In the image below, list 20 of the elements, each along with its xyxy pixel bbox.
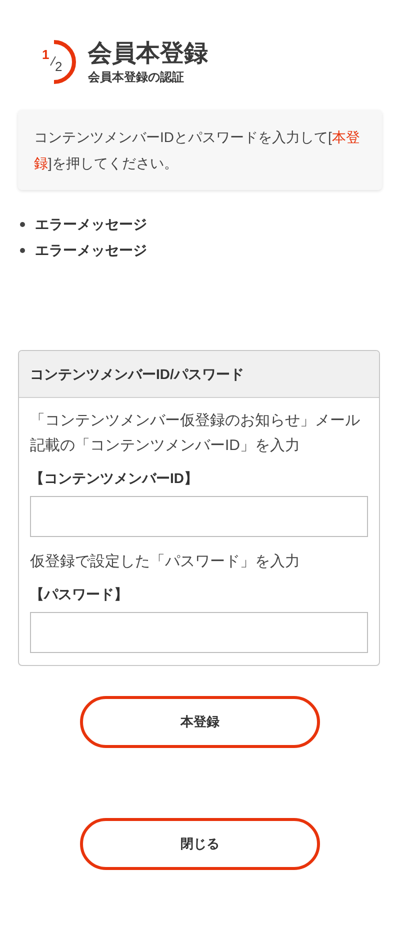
step-current: 1	[42, 48, 50, 61]
panel-title: コンテンツメンバーID/パスワード	[30, 364, 244, 384]
step-total: 2	[55, 60, 62, 73]
field-hint: 「コンテンツメンバー仮登録のお知らせ」メール記載の「コンテンツメンバーID」を入力	[30, 411, 361, 456]
page-title: 会員本登録	[88, 39, 208, 69]
field-label: 【パスワード】	[30, 585, 129, 604]
field-hint: 仮登録で設定した「パスワード」を入力	[30, 552, 301, 572]
register-button[interactable]: 本登録	[80, 696, 320, 748]
notice-text: コンテンツメンバーIDとパスワードを入力して[本登録]を押してください。	[34, 128, 361, 173]
half-ring-icon	[54, 40, 76, 84]
bullet-icon	[20, 248, 25, 252]
page-subtitle: 会員本登録の認証	[88, 69, 185, 85]
input-field[interactable]	[30, 612, 368, 653]
error-message: エラーメッセージ	[35, 241, 147, 260]
slash-icon	[50, 56, 56, 66]
field-label: 【コンテンツメンバーID】	[30, 469, 199, 488]
close-button[interactable]: 閉じる	[80, 818, 320, 870]
error-message: エラーメッセージ	[35, 215, 147, 234]
input-field[interactable]	[30, 496, 368, 537]
bullet-icon	[20, 222, 25, 226]
